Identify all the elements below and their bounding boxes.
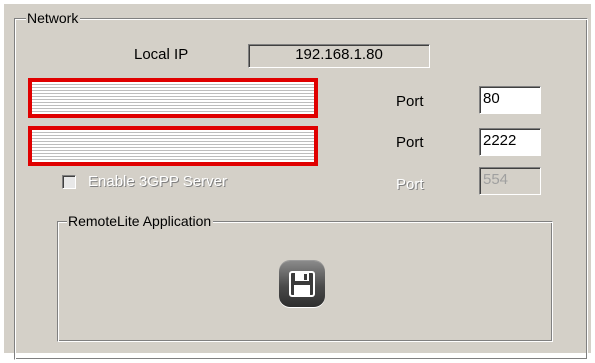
local-ip-label: Local IP [134,46,189,63]
floppy-disk-icon [288,270,316,298]
left-edge [0,0,4,363]
remote-server-port-input[interactable]: 2222 [479,128,541,156]
local-ip-field: 192.168.1.80 [248,44,430,68]
right-edge [591,0,595,363]
remotelite-group-title: RemoteLite Application [67,213,214,229]
redacted-label [32,130,314,162]
top-edge [0,0,595,4]
enable-3gpp-server-label: Enable 3GPP Server [88,173,227,190]
enable-web-server-checkbox-redacted[interactable] [28,78,318,118]
remote-server-port-label: Port [396,134,424,151]
redacted-label [32,82,314,114]
save-button[interactable] [279,261,325,307]
3gpp-server-port-label: Port [396,176,424,193]
enable-3gpp-server-checkbox[interactable] [62,175,76,189]
web-server-port-input[interactable]: 80 [479,86,541,114]
3gpp-server-port-input[interactable]: 554 [479,167,541,195]
network-group-title: Network [26,10,81,26]
enable-remote-server-checkbox-redacted[interactable] [28,126,318,166]
web-server-port-label: Port [396,93,424,110]
network-settings-panel: Network Local IP 192.168.1.80 Port 80 Po… [0,0,595,363]
